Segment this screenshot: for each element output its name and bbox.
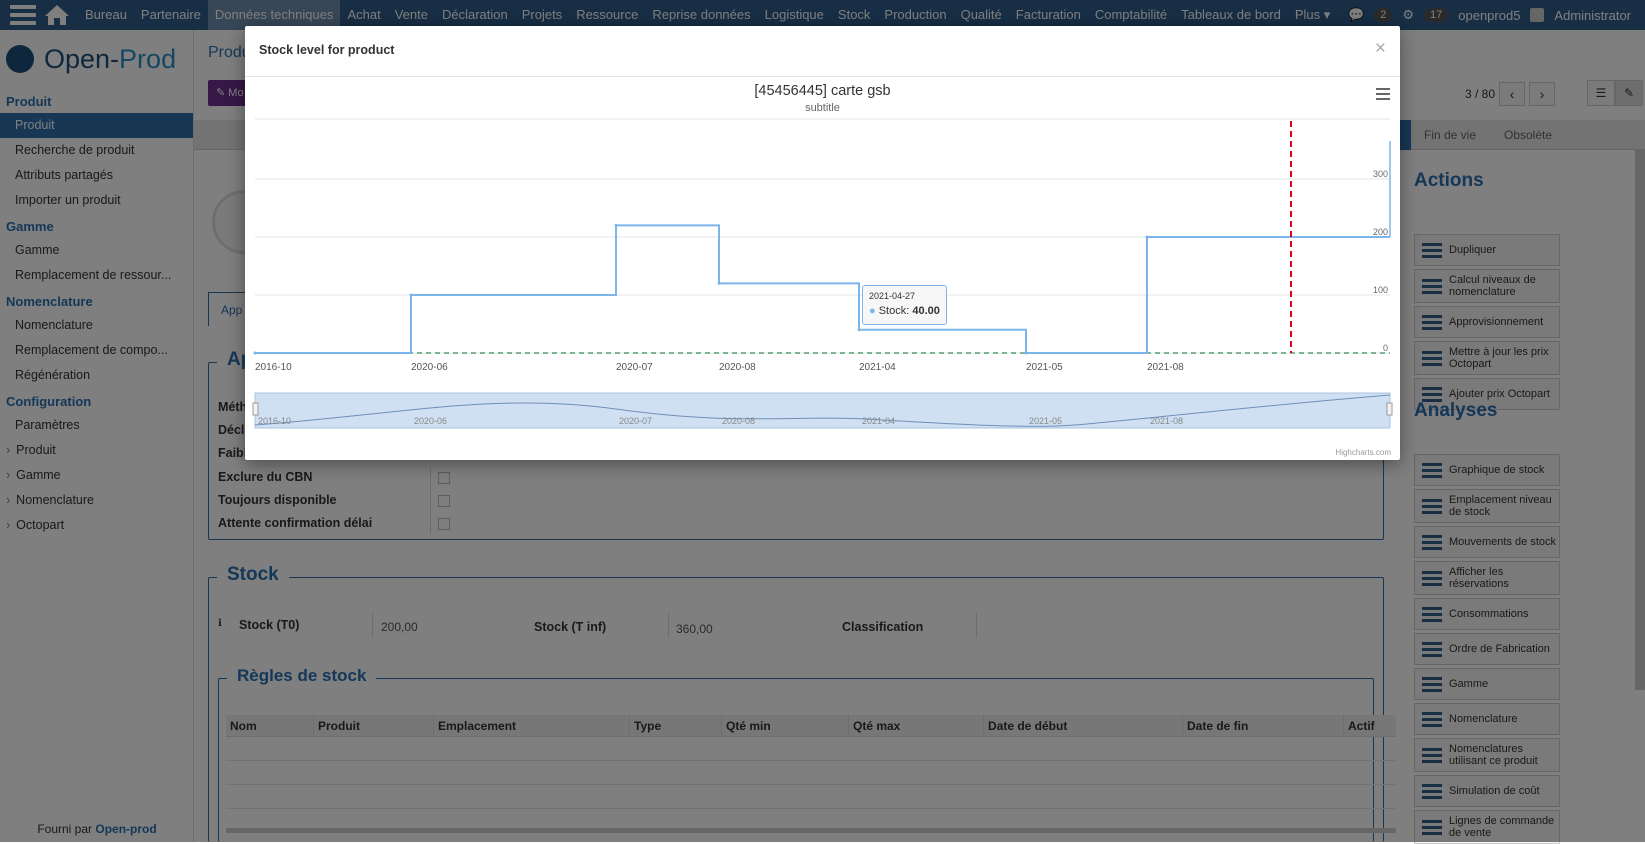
x-tick-label: 2020-06 [411, 362, 448, 373]
modal-title: Stock level for product [259, 43, 395, 57]
y-tick-label: 100 [1373, 285, 1388, 295]
stock-chart: [45456445] carte gsb subtitle 0 100 200 300… [245, 77, 1400, 460]
stock-data-point [717, 281, 721, 285]
x-tick-label: 2020-08 [719, 362, 756, 373]
stock-data-point [409, 293, 413, 297]
tooltip-value: 40.00 [912, 305, 940, 317]
x-tick-label: 2020-07 [616, 362, 653, 373]
chart-tooltip: 2021-04-27 ● Stock: 40.00 [862, 285, 947, 325]
navigator-left-handle [252, 402, 259, 416]
y-tick-label: 200 [1373, 227, 1388, 237]
stock-data-point [253, 351, 257, 355]
stock-data-point [1024, 351, 1028, 355]
x-tick-label: 2021-05 [1026, 362, 1063, 373]
navigator-label: 2021-05 [1029, 416, 1062, 426]
chart-credits[interactable]: Highcharts.com [1335, 448, 1391, 457]
stock-data-point [614, 223, 618, 227]
navigator-label: 2021-04 [862, 416, 895, 426]
navigator-label: 2020-06 [414, 416, 447, 426]
navigator-label: 2020-08 [722, 416, 755, 426]
navigator-label: 2016-10 [258, 416, 291, 426]
modal-header: Stock level for product × [245, 26, 1400, 77]
navigator-label: 2020-07 [619, 416, 652, 426]
chart-plot[interactable]: 0 100 200 300 2016-10 2020-06 2020-07 2020-08 20… [245, 77, 1400, 460]
stock-data-point [1145, 235, 1149, 239]
tooltip-date: 2021-04-27 [869, 291, 916, 301]
x-tick-label: 2021-04 [859, 362, 896, 373]
stock-series-line [255, 224, 1390, 354]
stock-chart-modal: Stock level for product × [45456445] car… [245, 26, 1400, 460]
x-tick-label: 2016-10 [255, 362, 292, 373]
y-tick-label: 300 [1373, 169, 1388, 179]
tooltip-series: Stock [878, 305, 907, 317]
close-icon[interactable]: × [1375, 38, 1386, 60]
y-tick-label: 0 [1383, 343, 1388, 353]
x-tick-label: 2021-08 [1147, 362, 1184, 373]
stock-data-point [857, 328, 861, 332]
navigator-label: 2021-08 [1150, 416, 1183, 426]
navigator-right-handle [1386, 402, 1393, 416]
